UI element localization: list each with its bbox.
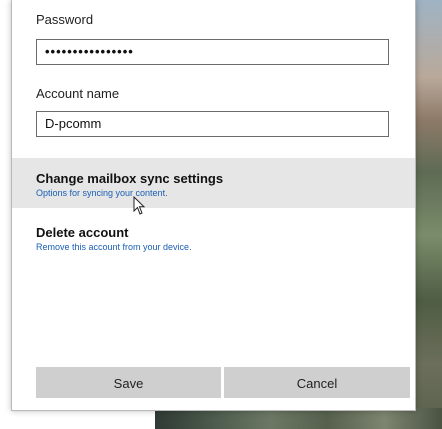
cancel-button[interactable]: Cancel — [224, 367, 410, 398]
change-mailbox-sync-settings-option[interactable]: Change mailbox sync settings Options for… — [12, 158, 415, 208]
account-name-field[interactable]: D-pcomm — [36, 111, 389, 137]
sync-settings-title: Change mailbox sync settings — [36, 171, 224, 186]
sync-settings-subtitle: Options for syncing your content. — [36, 188, 168, 198]
delete-account-option[interactable]: Delete account Remove this account from … — [12, 216, 415, 260]
desktop-background-bottom — [155, 408, 442, 429]
account-name-label: Account name — [36, 86, 120, 101]
password-field[interactable]: •••••••••••••••• — [36, 39, 389, 65]
delete-account-subtitle: Remove this account from your device. — [36, 242, 192, 252]
mouse-pointer-icon — [133, 196, 146, 215]
desktop-background — [412, 0, 442, 429]
account-settings-dialog: Password •••••••••••••••• Account name D… — [11, 0, 416, 411]
password-label: Password — [36, 12, 94, 27]
delete-account-title: Delete account — [36, 225, 129, 240]
save-button[interactable]: Save — [36, 367, 221, 398]
